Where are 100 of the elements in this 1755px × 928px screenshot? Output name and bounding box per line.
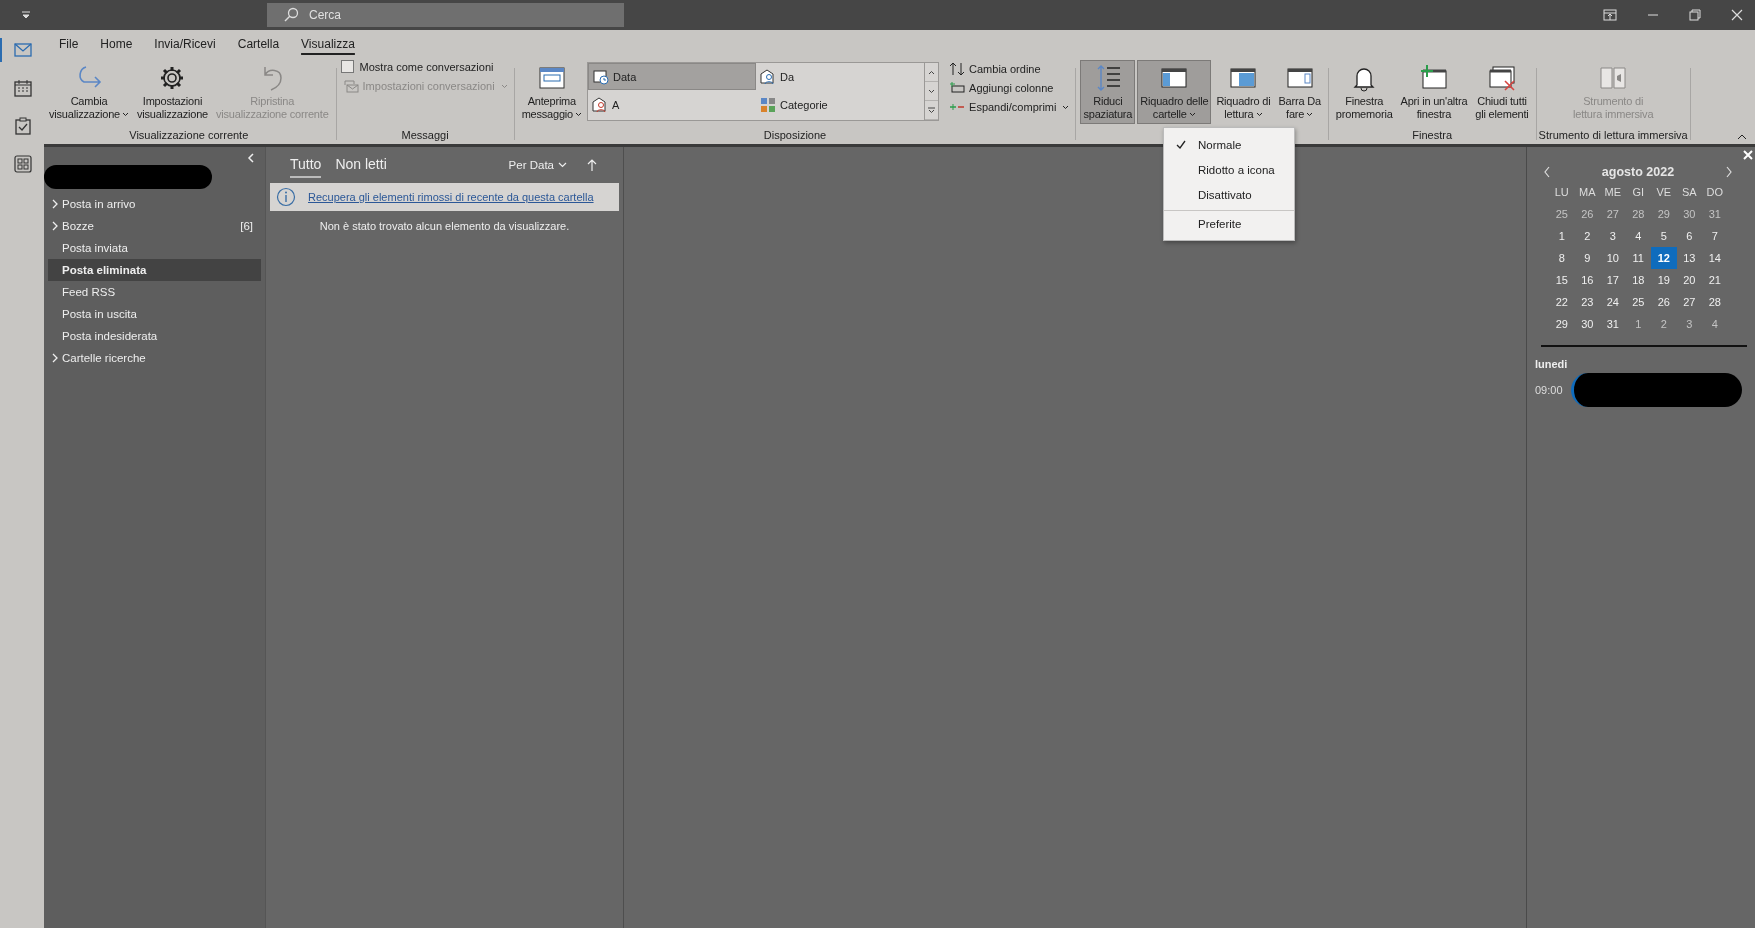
- calendar-day[interactable]: 11: [1625, 247, 1651, 269]
- ribbon-button[interactable]: Finestra promemoria: [1332, 60, 1396, 124]
- next-month-icon[interactable]: [1725, 166, 1733, 178]
- folder-item[interactable]: Posta in uscita: [48, 303, 261, 325]
- calendar-day[interactable]: 25: [1625, 291, 1651, 313]
- folder-item[interactable]: Cartelle ricerche: [48, 347, 261, 369]
- collapse-ribbon-icon[interactable]: [1737, 134, 1747, 140]
- calendar-day[interactable]: 28: [1702, 291, 1728, 313]
- close-icon[interactable]: [1731, 9, 1743, 21]
- folder-item[interactable]: Posta indesiderata: [48, 325, 261, 347]
- calendar-day[interactable]: 8: [1549, 247, 1575, 269]
- conversations-checkbox[interactable]: Mostra come conversazioni: [340, 60, 494, 73]
- menu-item[interactable]: Disattivato: [1164, 182, 1294, 207]
- calendar-day[interactable]: 10: [1600, 247, 1626, 269]
- calendar-day[interactable]: 16: [1574, 269, 1600, 291]
- restore-icon[interactable]: [1689, 9, 1701, 21]
- ribbon-tab[interactable]: Home: [89, 33, 144, 55]
- arrangement-option[interactable]: Data: [588, 63, 757, 90]
- ribbon-button[interactable]: Riduci spaziatura: [1080, 60, 1136, 124]
- calendar-day[interactable]: 3: [1676, 313, 1702, 335]
- calendar-day[interactable]: 19: [1651, 269, 1677, 291]
- calendar-day[interactable]: 24: [1600, 291, 1626, 313]
- menu-item[interactable]: Preferite: [1164, 210, 1294, 236]
- recover-items-link[interactable]: Recupera gli elementi rimossi di recente da questa cartella: [308, 191, 594, 203]
- calendar-day[interactable]: 21: [1702, 269, 1728, 291]
- calendar-day[interactable]: 23: [1574, 291, 1600, 313]
- calendar-day[interactable]: 22: [1549, 291, 1575, 313]
- chevron-right-icon[interactable]: [52, 199, 58, 209]
- calendar-day[interactable]: 18: [1625, 269, 1651, 291]
- calendar-day[interactable]: 1: [1549, 225, 1575, 247]
- folder-item[interactable]: Posta in arrivo: [48, 193, 261, 215]
- ribbon-button[interactable]: Impostazioni visualizzazione: [134, 60, 211, 124]
- collapse-pane-icon[interactable]: [247, 153, 255, 163]
- ribbon-tab[interactable]: Invia/Ricevi: [143, 33, 227, 55]
- ribbon-button[interactable]: Riquadro delle cartelle: [1137, 60, 1212, 124]
- calendar-day[interactable]: 7: [1702, 225, 1728, 247]
- calendar-day[interactable]: 1: [1625, 313, 1651, 335]
- arrangement-option[interactable]: A: [588, 91, 757, 119]
- quick-access-caret-icon[interactable]: [21, 11, 31, 19]
- folder-item[interactable]: Feed RSS: [48, 281, 261, 303]
- ribbon-command[interactable]: Cambia ordine: [947, 60, 1072, 78]
- scroll-up-icon[interactable]: [928, 69, 936, 75]
- calendar-day[interactable]: 30: [1676, 203, 1702, 225]
- scroll-down-icon[interactable]: [928, 88, 936, 94]
- ribbon-button[interactable]: Barra Da fare: [1275, 60, 1324, 124]
- calendar-day[interactable]: 31: [1702, 203, 1728, 225]
- ribbon-button[interactable]: Riquadro di lettura: [1213, 60, 1274, 124]
- calendar-day[interactable]: 26: [1574, 203, 1600, 225]
- calendar-day[interactable]: 29: [1549, 313, 1575, 335]
- calendar-day[interactable]: 20: [1676, 269, 1702, 291]
- calendar-day[interactable]: 2: [1574, 225, 1600, 247]
- calendar-day[interactable]: 27: [1600, 203, 1626, 225]
- calendar-day[interactable]: 15: [1549, 269, 1575, 291]
- calendar-day[interactable]: 14: [1702, 247, 1728, 269]
- calendar-day[interactable]: 26: [1651, 291, 1677, 313]
- ribbon-tab[interactable]: Cartella: [226, 33, 291, 55]
- calendar-day[interactable]: 3: [1600, 225, 1626, 247]
- window-layout-icon[interactable]: [1603, 9, 1617, 21]
- calendar-day[interactable]: 28: [1625, 203, 1651, 225]
- arrow-up-icon[interactable]: [587, 158, 597, 172]
- calendar-icon[interactable]: [14, 79, 32, 97]
- arrangement-option[interactable]: Categorie: [756, 91, 925, 119]
- calendar-day[interactable]: 9: [1574, 247, 1600, 269]
- calendar-day[interactable]: 29: [1651, 203, 1677, 225]
- calendar-day[interactable]: 17: [1600, 269, 1626, 291]
- chevron-right-icon[interactable]: [52, 221, 58, 231]
- previous-month-icon[interactable]: [1543, 166, 1551, 178]
- calendar-day[interactable]: 2: [1651, 313, 1677, 335]
- chevron-right-icon[interactable]: [52, 353, 58, 363]
- menu-item[interactable]: Ridotto a icona: [1164, 157, 1294, 182]
- calendar-day[interactable]: 25: [1549, 203, 1575, 225]
- calendar-day[interactable]: 30: [1574, 313, 1600, 335]
- calendar-day[interactable]: 12: [1651, 247, 1677, 269]
- filter-tab[interactable]: Non letti: [335, 152, 387, 178]
- folder-item[interactable]: Posta eliminata: [48, 259, 261, 281]
- calendar-day[interactable]: 5: [1651, 225, 1677, 247]
- menu-item[interactable]: Normale: [1164, 132, 1294, 157]
- ribbon-command[interactable]: Espandi/comprimi: [947, 98, 1072, 116]
- calendar-day[interactable]: 27: [1676, 291, 1702, 313]
- expand-gallery-icon[interactable]: [928, 106, 936, 114]
- arrangement-option[interactable]: Da: [756, 63, 925, 90]
- search-field[interactable]: Cerca: [267, 3, 624, 27]
- ribbon-button[interactable]: Cambia visualizzazione: [46, 60, 132, 124]
- calendar-day[interactable]: 4: [1625, 225, 1651, 247]
- filter-tab[interactable]: Tutto: [290, 152, 322, 178]
- ribbon-command[interactable]: Aggiungi colonne: [947, 79, 1072, 97]
- ribbon-tab[interactable]: File: [48, 33, 90, 55]
- ribbon-button[interactable]: Chiudi tutti gli elementi: [1472, 60, 1532, 124]
- folder-item[interactable]: Bozze [6]: [48, 215, 261, 237]
- message-preview-button[interactable]: Anteprima messaggio: [518, 60, 586, 124]
- calendar-day[interactable]: 13: [1676, 247, 1702, 269]
- mail-icon[interactable]: [14, 43, 32, 57]
- folder-item[interactable]: Posta inviata: [48, 237, 261, 259]
- ribbon-tab[interactable]: Visualizza: [290, 33, 366, 55]
- calendar-day[interactable]: 31: [1600, 313, 1626, 335]
- ribbon-button[interactable]: Apri in un'altra finestra: [1397, 60, 1471, 124]
- calendar-day[interactable]: 6: [1676, 225, 1702, 247]
- calendar-day[interactable]: 4: [1702, 313, 1728, 335]
- clipboard-check-icon[interactable]: [15, 117, 31, 135]
- checkbox[interactable]: [340, 60, 354, 73]
